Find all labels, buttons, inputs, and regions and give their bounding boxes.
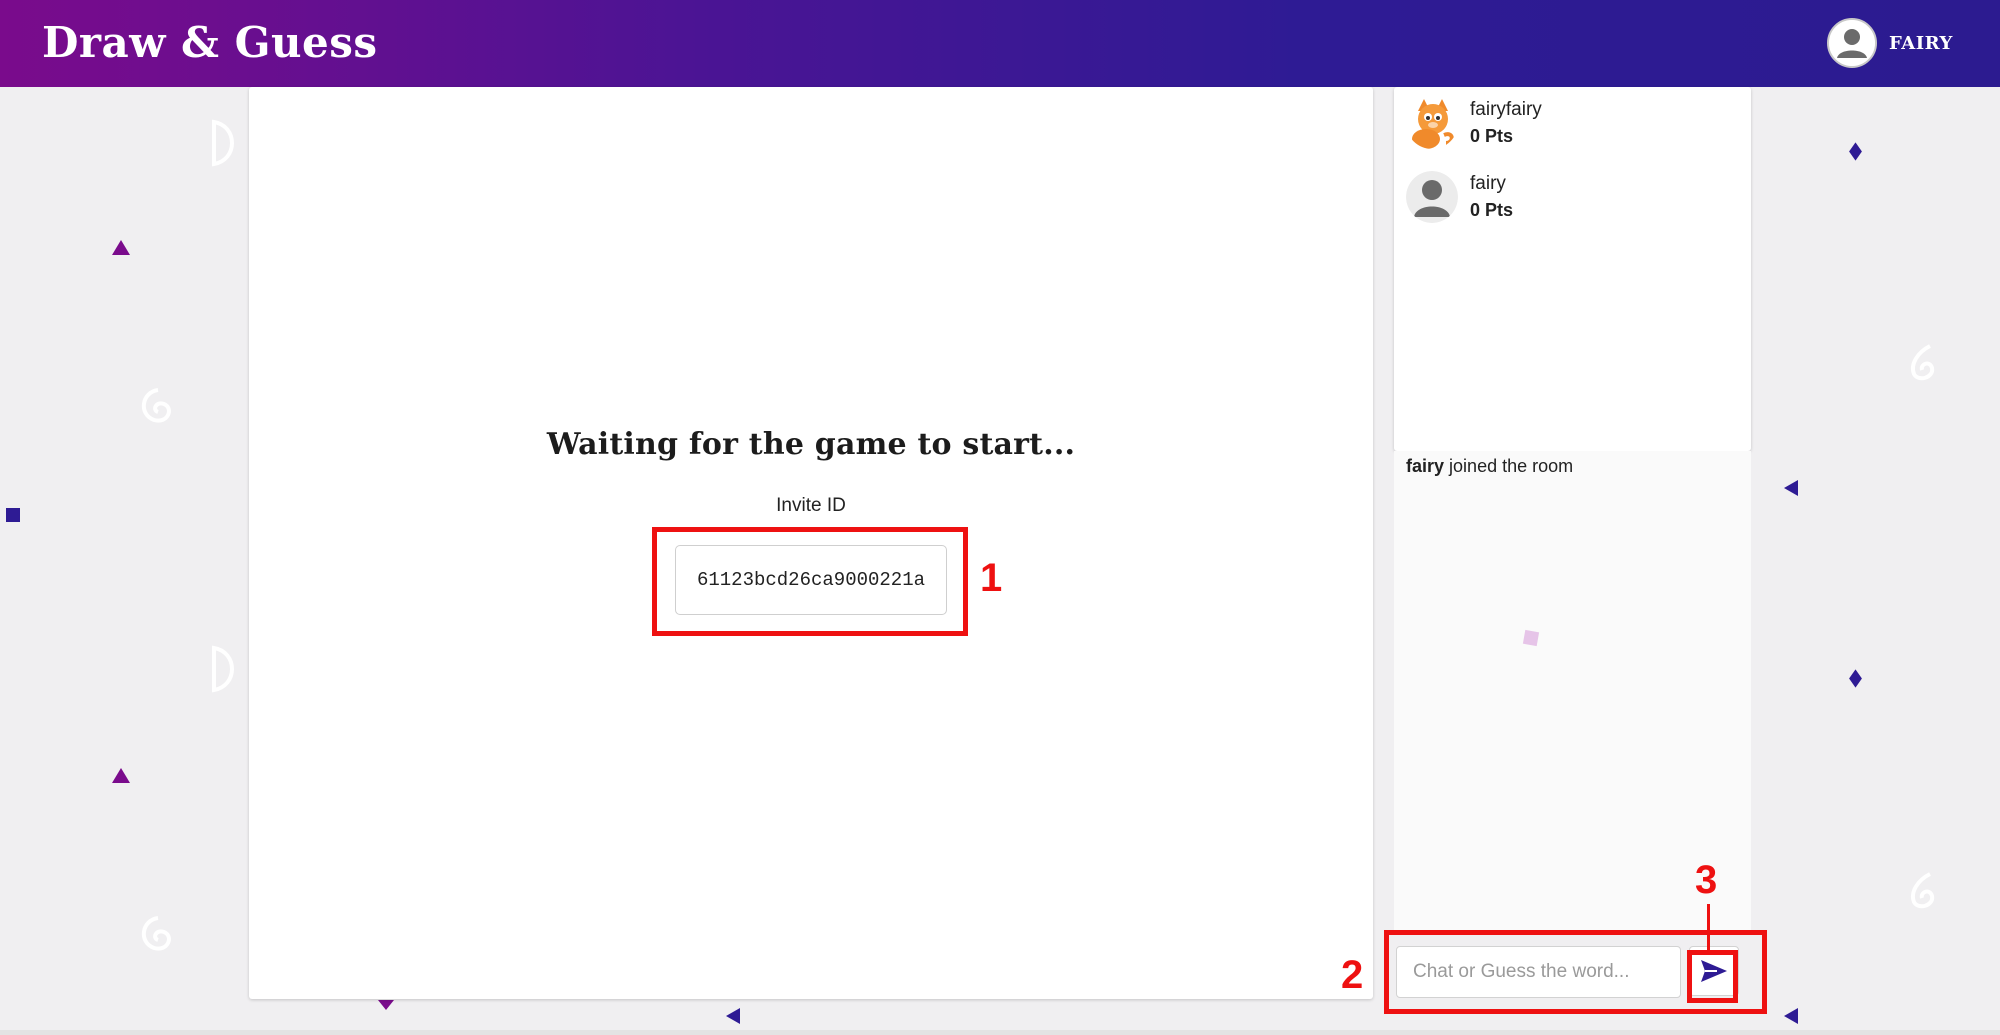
triangle-decoration (378, 1000, 394, 1010)
annotation-box-1 (652, 527, 968, 636)
triangle-decoration (112, 240, 130, 255)
swirl-decoration (1911, 344, 1935, 381)
triangle-decoration (1784, 1008, 1798, 1024)
triangle-decoration (726, 1008, 740, 1024)
player-name: fairy (1470, 173, 1506, 194)
chat-message: fairy joined the room (1406, 456, 1573, 477)
app-header: Draw & Guess FAIRY (0, 0, 2000, 87)
player-name: fairyfairy (1470, 99, 1542, 120)
half-circle-decoration (212, 119, 234, 167)
square-decoration (6, 508, 20, 522)
page-footer (0, 1030, 2000, 1035)
player-score: 0 Pts (1470, 200, 1514, 220)
spiral-decoration (142, 388, 171, 423)
annotation-label-1: 1 (980, 556, 1003, 600)
players-list: fairyfairy 0 Pts fairy 0 Pts (1394, 87, 1751, 451)
triangle-decoration (1784, 480, 1798, 496)
annotation-connector (1707, 904, 1710, 950)
player-score: 0 Pts (1470, 126, 1514, 146)
player-item: fairyfairy 0 Pts (1406, 97, 1542, 149)
chat-message-user: fairy (1406, 456, 1445, 476)
annotation-label-3: 3 (1695, 858, 1718, 902)
spiral-decoration (142, 916, 171, 951)
waiting-status: Waiting for the game to start... (546, 427, 1076, 462)
annotation-box-3 (1687, 950, 1738, 1003)
diamond-decoration (1849, 669, 1862, 688)
account-menu[interactable]: FAIRY (1827, 18, 1953, 68)
chat-message-text: joined the room (1449, 456, 1574, 476)
half-circle-decoration (212, 645, 234, 693)
player-item: fairy 0 Pts (1406, 171, 1513, 223)
user-avatar-icon[interactable] (1827, 18, 1877, 68)
invite-id-label: Invite ID (776, 495, 846, 516)
diamond-decoration (1849, 142, 1862, 161)
default-user-avatar-icon (1406, 171, 1458, 223)
annotation-label-2: 2 (1341, 953, 1364, 997)
square-decoration (1522, 629, 1540, 647)
user-name[interactable]: FAIRY (1889, 33, 1953, 54)
orange-cat-avatar-icon (1406, 97, 1458, 149)
brand-logo[interactable]: Draw & Guess (42, 18, 378, 67)
swirl-decoration (1911, 872, 1935, 909)
triangle-decoration (112, 768, 130, 783)
